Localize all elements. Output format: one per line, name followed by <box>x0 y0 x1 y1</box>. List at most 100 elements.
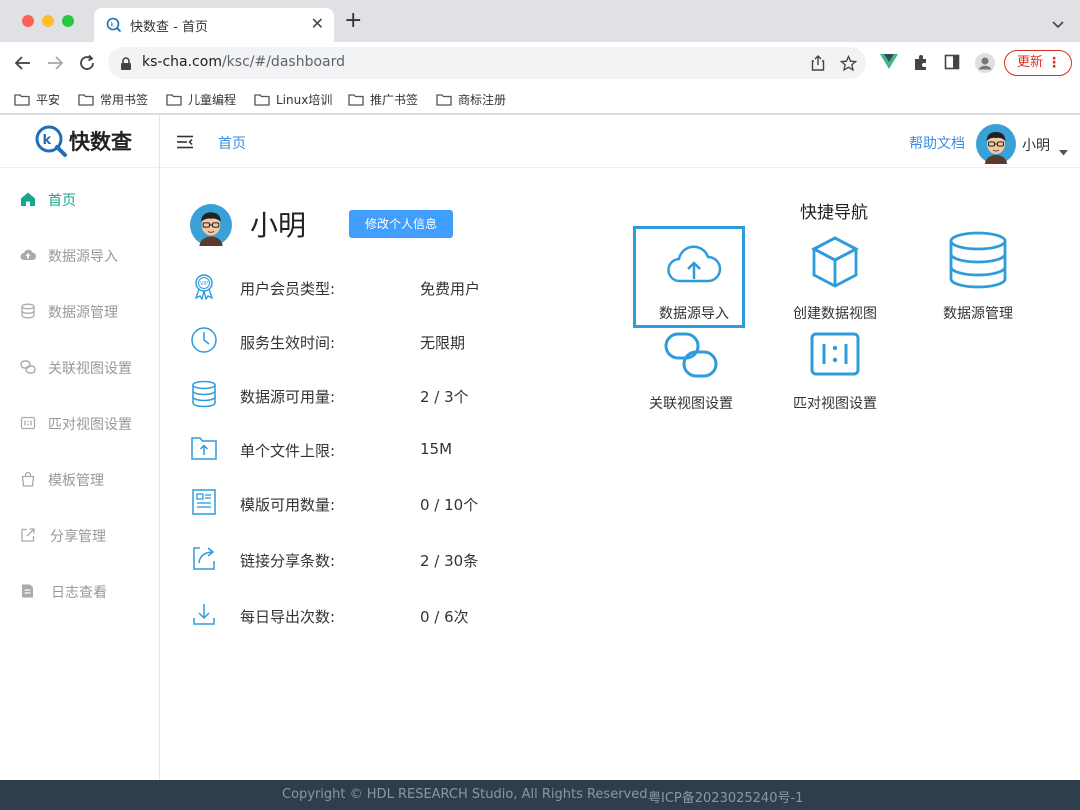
sidebar-item-label: 匹对视图设置 <box>48 417 132 433</box>
info-row-file-limit: 单个文件上限: 15M <box>190 430 570 470</box>
bookmark-item[interactable]: 儿童编程 <box>166 91 236 108</box>
quick-nav-label: 数据源导入 <box>659 306 729 322</box>
quick-nav-label: 创建数据视图 <box>793 306 877 322</box>
link-icon <box>664 332 718 378</box>
sidebar-item-logs[interactable]: 日志查看 <box>0 571 159 611</box>
dashboard-main: 小明 修改个人信息 VIP 用户会员类型: 免费用户 服务生效时间: 无限期 数… <box>160 168 1080 780</box>
info-value: 0 / 10个 <box>420 496 479 514</box>
sidebar-item-label: 日志查看 <box>51 585 107 601</box>
vue-devtools-icon[interactable] <box>880 54 898 74</box>
address-bar[interactable]: ks-cha.com/ksc/#/dashboard <box>108 47 866 79</box>
quick-nav-datasource-import[interactable]: 数据源导入 <box>633 226 745 328</box>
svg-text:k: k <box>111 22 115 29</box>
home-icon <box>21 192 35 206</box>
profile-name: 小明 <box>250 209 307 242</box>
update-button[interactable]: 更新 ⋮ <box>1004 50 1072 76</box>
quick-nav-create-view[interactable]: 创建数据视图 <box>779 229 891 331</box>
side-panel-icon[interactable] <box>944 54 960 74</box>
info-label: 用户会员类型: <box>240 280 336 298</box>
sidebar-item-home[interactable]: 首页 <box>0 179 159 219</box>
svg-text:VIP: VIP <box>200 281 208 287</box>
bookmark-item[interactable]: 商标注册 <box>436 91 506 108</box>
database-icon <box>192 380 216 408</box>
username[interactable]: 小明 <box>1022 135 1050 155</box>
avatar <box>190 204 232 250</box>
logo[interactable]: k 快数查 <box>0 115 159 168</box>
info-label: 服务生效时间: <box>240 334 336 352</box>
close-window-button[interactable] <box>22 15 34 27</box>
bookmark-item[interactable]: 常用书签 <box>78 91 148 108</box>
breadcrumb[interactable]: 首页 <box>218 133 246 153</box>
bookmarks-bar: 平安 常用书签 儿童编程 Linux培训 推广书签 商标注册 <box>0 84 1080 114</box>
folder-icon <box>14 94 30 106</box>
logo-text: 快数查 <box>69 130 132 154</box>
info-label: 链接分享条数: <box>240 552 336 570</box>
share-icon <box>21 528 35 542</box>
sidebar: k 快数查 首页 数据源导入 数据源管理 关联视图设置 匹对视图设置 模板管理 <box>0 115 160 780</box>
sidebar-item-templates[interactable]: 模板管理 <box>0 459 159 499</box>
info-value: 0 / 6次 <box>420 608 469 626</box>
info-value: 2 / 3个 <box>420 388 469 406</box>
bookmark-item[interactable]: Linux培训 <box>254 91 332 108</box>
bookmark-star-icon[interactable] <box>839 54 858 76</box>
menu-collapse-icon[interactable] <box>176 134 194 153</box>
help-docs-link[interactable]: 帮助文档 <box>909 133 965 153</box>
sidebar-item-datasource-manage[interactable]: 数据源管理 <box>0 291 159 331</box>
cube-icon <box>810 236 860 288</box>
vip-badge-icon: VIP <box>194 274 214 300</box>
profile-icon[interactable] <box>974 52 996 78</box>
new-tab-icon[interactable]: + <box>344 10 362 32</box>
avatar[interactable] <box>976 124 1016 168</box>
edit-profile-button[interactable]: 修改个人信息 <box>349 210 453 238</box>
share-page-icon[interactable] <box>810 55 826 75</box>
tab-search-chevron-icon[interactable] <box>1052 14 1064 33</box>
info-row-export-quota: 每日导出次数: 0 / 6次 <box>190 596 570 636</box>
cloud-upload-icon <box>20 249 36 261</box>
share-icon <box>193 547 215 570</box>
back-arrow-icon[interactable] <box>14 54 32 76</box>
copyright-text: Copyright © HDL RESEARCH Studio, All Rig… <box>282 787 648 802</box>
tab-title: 快数查 - 首页 <box>130 20 208 35</box>
tab-close-icon[interactable]: ✕ <box>311 14 324 33</box>
url-text: ks-cha.com/ksc/#/dashboard <box>142 54 345 70</box>
sidebar-item-label: 关联视图设置 <box>48 361 132 377</box>
database-icon <box>21 303 35 319</box>
info-value: 免费用户 <box>420 280 481 298</box>
lock-icon[interactable] <box>120 56 132 75</box>
app: k 快数查 首页 数据源导入 数据源管理 关联视图设置 匹对视图设置 模板管理 <box>0 115 1080 810</box>
bookmark-item[interactable]: 推广书签 <box>348 91 418 108</box>
favicon-icon: k <box>106 17 122 37</box>
sidebar-item-link-view[interactable]: 关联视图设置 <box>0 347 159 387</box>
info-row-membership: VIP 用户会员类型: 免费用户 <box>190 268 570 308</box>
quick-nav-match-view[interactable]: 匹对视图设置 <box>779 327 891 417</box>
template-icon <box>192 489 216 515</box>
svg-text:k: k <box>43 133 52 148</box>
info-row-service-time: 服务生效时间: 无限期 <box>190 322 570 362</box>
info-label: 数据源可用量: <box>240 388 336 406</box>
database-icon <box>949 231 1007 289</box>
info-label: 模版可用数量: <box>240 496 336 514</box>
folder-icon <box>348 94 364 106</box>
maximize-window-button[interactable] <box>62 15 74 27</box>
minimize-window-button[interactable] <box>42 15 54 27</box>
download-icon <box>193 604 215 625</box>
info-label: 每日导出次数: <box>240 608 336 626</box>
sidebar-item-share[interactable]: 分享管理 <box>0 515 159 555</box>
forward-arrow-icon[interactable] <box>46 54 64 76</box>
icp-link[interactable]: 粤ICP备2023025240号-1 <box>648 787 803 806</box>
caret-down-icon[interactable] <box>1059 141 1068 160</box>
sidebar-item-match-view[interactable]: 匹对视图设置 <box>0 403 159 443</box>
folder-icon <box>254 94 270 106</box>
quick-nav-datasource-manage[interactable]: 数据源管理 <box>922 229 1034 331</box>
extensions-puzzle-icon[interactable] <box>912 54 930 76</box>
link-icon <box>20 360 36 374</box>
browser-tab[interactable]: k 快数查 - 首页 ✕ <box>94 8 334 42</box>
reload-icon[interactable] <box>78 54 96 76</box>
folder-icon <box>436 94 452 106</box>
folder-upload-icon <box>191 437 217 460</box>
sidebar-item-datasource-import[interactable]: 数据源导入 <box>0 235 159 275</box>
bookmark-item[interactable]: 平安 <box>14 91 60 108</box>
sidebar-item-label: 分享管理 <box>50 529 106 545</box>
sidebar-item-label: 数据源导入 <box>48 249 118 265</box>
quick-nav-link-view[interactable]: 关联视图设置 <box>635 327 747 417</box>
